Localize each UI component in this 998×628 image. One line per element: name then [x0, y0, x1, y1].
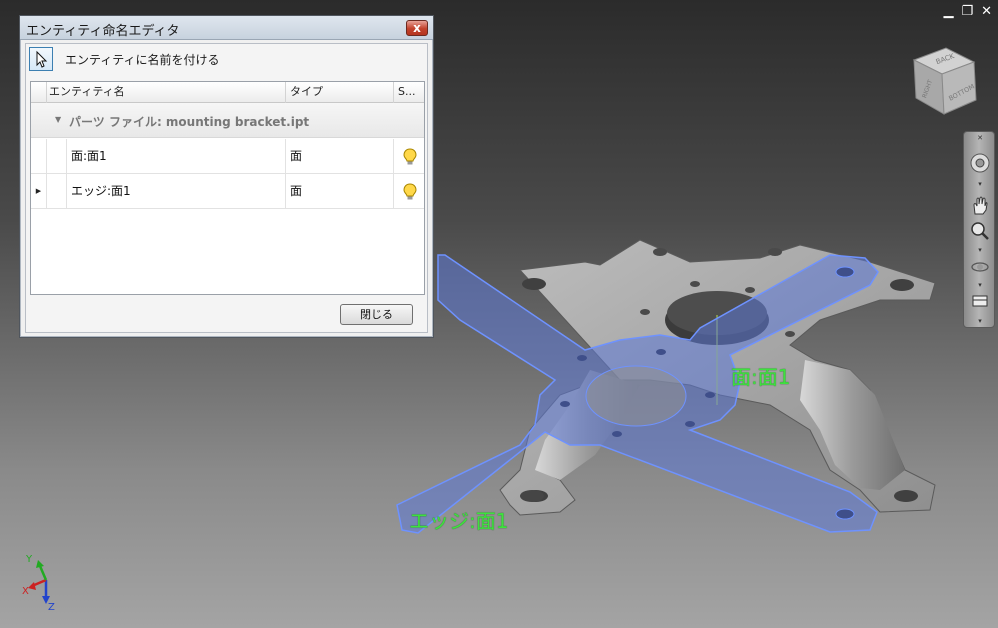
group-label: パーツ ファイル: mounting bracket.ipt	[69, 115, 310, 129]
close-icon[interactable]: ✕	[981, 5, 992, 19]
group-row-part-file[interactable]: ▼ パーツ ファイル: mounting bracket.ipt	[31, 103, 424, 138]
close-button[interactable]: 閉じる	[340, 304, 413, 325]
navigation-bar: ✕ ▾ ▾ ▾ ▾	[963, 131, 995, 328]
collapse-arrow-icon[interactable]: ▼	[55, 115, 61, 124]
dialog-close-button[interactable]: x	[406, 20, 428, 36]
cursor-arrow-icon	[36, 50, 48, 68]
table-row[interactable]: 面:面1 面	[31, 139, 424, 174]
lightbulb-icon[interactable]	[403, 148, 417, 166]
axis-y-label: Y	[25, 554, 33, 565]
column-header-entity-name[interactable]: エンティティ名	[47, 82, 286, 103]
header-indicator-cell	[31, 82, 47, 103]
column-header-status[interactable]: S...	[394, 82, 424, 103]
navbar-close-icon[interactable]: ✕	[975, 134, 985, 142]
table-row[interactable]: ▶ エッジ:面1 面	[31, 174, 424, 209]
zoom-dropdown-icon[interactable]: ▾	[975, 246, 985, 254]
pan-hand-icon[interactable]	[969, 194, 991, 216]
column-header-type[interactable]: タイプ	[286, 82, 394, 103]
row-indicator[interactable]	[31, 139, 47, 174]
steering-wheel-icon[interactable]	[969, 152, 991, 174]
view-cube[interactable]: BACK RIGHT BOTTOM	[906, 44, 982, 118]
look-at-icon[interactable]	[969, 290, 991, 312]
axis-x-label: X	[22, 586, 29, 597]
minimize-icon[interactable]: ▁	[943, 5, 953, 19]
orbit-icon[interactable]	[969, 256, 991, 278]
table-header: エンティティ名 タイプ S...	[31, 82, 424, 103]
lightbulb-icon[interactable]	[403, 183, 417, 201]
zoom-icon[interactable]	[969, 220, 991, 242]
entity-name-cell[interactable]: 面:面1	[67, 139, 286, 174]
dialog-toolbar: エンティティに名前を付ける	[29, 47, 419, 71]
axis-triad: X Y Z	[22, 554, 55, 613]
entity-type-cell: 面	[286, 139, 394, 174]
axis-z-label: Z	[48, 602, 55, 613]
face-name-label: 面:面1	[731, 365, 791, 389]
edge-name-label: エッジ:面1	[409, 509, 509, 533]
dialog-title: エンティティ命名エディタ	[26, 24, 180, 39]
navbar-customize-icon[interactable]: ▾	[975, 317, 985, 325]
steering-wheel-dropdown-icon[interactable]: ▾	[975, 180, 985, 188]
restore-icon[interactable]: ❐	[961, 5, 973, 19]
dialog-titlebar[interactable]: エンティティ命名エディタ x	[20, 16, 433, 40]
entity-table: エンティティ名 タイプ S... ▼ パーツ ファイル: mounting br…	[30, 81, 425, 295]
select-entity-button[interactable]	[29, 47, 53, 71]
orbit-dropdown-icon[interactable]: ▾	[975, 281, 985, 289]
dialog-body: エンティティに名前を付ける エンティティ名 タイプ S... ▼ パーツ ファイ…	[25, 43, 428, 333]
entity-name-cell[interactable]: エッジ:面1	[67, 174, 286, 209]
row-indicator-current[interactable]: ▶	[31, 174, 47, 209]
window-controls: ▁ ❐ ✕	[943, 5, 992, 19]
entity-naming-dialog: エンティティ命名エディタ x エンティティに名前を付ける エンティティ名 タイプ…	[19, 15, 434, 338]
entity-type-cell: 面	[286, 174, 394, 209]
name-entity-label: エンティティに名前を付ける	[65, 53, 220, 67]
